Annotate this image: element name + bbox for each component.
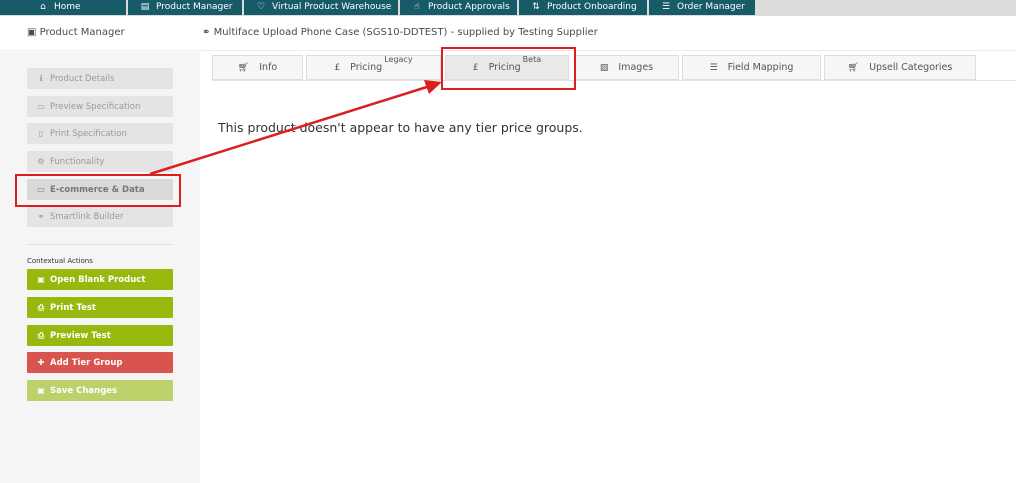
cart-icon: 🛒︎ <box>847 62 860 73</box>
preview-test-button[interactable]: ⎙ Preview Test <box>27 325 173 346</box>
tab-info[interactable]: 🛒︎ Info <box>212 55 303 80</box>
tab-pricing-legacy[interactable]: £ Pricing Legacy <box>306 55 441 80</box>
nav-virtual-product-warehouse[interactable]: ♡ Virtual Product Warehouse <box>244 0 398 15</box>
save-icon: ▣ <box>37 386 45 395</box>
section-title: ▣ Product Manager <box>27 27 125 38</box>
annotation-box-tab <box>441 47 576 90</box>
document-icon: ▤ <box>140 2 150 12</box>
empty-tier-message: This product doesn't appear to have any … <box>218 120 583 135</box>
product-title-text: Multiface Upload Phone Case (SGS10-DDTES… <box>213 27 598 38</box>
sidebar-item-label: Print Specification <box>50 129 127 139</box>
transfer-icon: ⇅ <box>532 2 540 12</box>
list-icon: ☰ <box>661 2 671 12</box>
sidebar-item-print-specification[interactable]: ▯ Print Specification <box>27 123 173 144</box>
nav-label: Product Onboarding <box>547 2 637 12</box>
arrow-head <box>424 80 442 94</box>
sidebar-item-label: Functionality <box>50 157 105 167</box>
cogs-icon: ⚙ <box>37 157 45 166</box>
sidebar-item-product-details[interactable]: ℹ Product Details <box>27 68 173 89</box>
nav-label: Home <box>54 2 81 12</box>
tab-superscript: Legacy <box>384 55 413 64</box>
link-icon: ⚭ <box>37 212 45 221</box>
open-blank-product-button[interactable]: ▣ Open Blank Product <box>27 269 173 290</box>
nav-label: Virtual Product Warehouse <box>272 2 392 12</box>
cart-icon: 🛒︎ <box>237 62 250 73</box>
sidebar-item-smartlink-builder[interactable]: ⚭ Smartlink Builder <box>27 206 173 227</box>
top-nav-bar: ⌂ Home ▤ Product Manager ♡ Virtual Produ… <box>0 0 1016 16</box>
print-test-button[interactable]: ⎙ Print Test <box>27 297 173 318</box>
button-label: Print Test <box>50 303 96 313</box>
tab-label: Images <box>618 62 654 73</box>
button-label: Preview Test <box>50 331 111 341</box>
tab-divider <box>212 80 1016 81</box>
home-icon: ⌂ <box>40 2 46 12</box>
tab-label: Field Mapping <box>727 62 794 73</box>
sidebar-divider <box>27 244 173 245</box>
nav-home[interactable]: ⌂ Home <box>0 0 126 15</box>
save-changes-button[interactable]: ▣ Save Changes <box>27 380 173 401</box>
tab-upsell-categories[interactable]: 🛒︎ Upsell Categories <box>824 55 976 80</box>
button-label: Save Changes <box>50 386 118 396</box>
button-label: Add Tier Group <box>50 358 123 368</box>
sidebar-item-label: Smartlink Builder <box>50 212 124 222</box>
plus-icon: ✚ <box>37 358 45 367</box>
section-title-text: Product Manager <box>39 27 125 38</box>
nav-label: Product Manager <box>156 2 233 12</box>
tab-label: Info <box>259 62 278 73</box>
tab-field-mapping[interactable]: ☰ Field Mapping <box>682 55 821 80</box>
tab-images[interactable]: ▨ Images <box>574 55 679 80</box>
tab-label: Pricing <box>350 62 383 73</box>
print-icon: ⎙ <box>37 331 45 340</box>
heart-icon: ♡ <box>256 2 266 12</box>
sidebar-item-label: Product Details <box>50 74 115 84</box>
nav-label: Order Manager <box>677 2 745 12</box>
button-label: Open Blank Product <box>50 275 146 285</box>
file-icon: ▯ <box>38 129 44 138</box>
nav-label: Product Approvals <box>428 2 510 12</box>
document-icon: ▣ <box>27 27 37 38</box>
page-root: ⌂ Home ▤ Product Manager ♡ Virtual Produ… <box>0 0 1016 483</box>
square-icon: ▣ <box>37 275 45 284</box>
image-icon: ▨ <box>599 62 609 73</box>
nav-product-approvals[interactable]: ☝ Product Approvals <box>400 0 517 15</box>
sidebar-item-preview-specification[interactable]: ▭ Preview Specification <box>27 96 173 117</box>
thumbs-up-icon: ☝ <box>414 2 420 12</box>
sidebar-item-functionality[interactable]: ⚙ Functionality <box>27 151 173 172</box>
sidebar-item-label: Preview Specification <box>50 102 141 112</box>
pound-icon: £ <box>334 62 341 73</box>
print-icon: ⎙ <box>37 303 45 312</box>
list-icon: ☰ <box>709 62 718 73</box>
monitor-icon: ▭ <box>37 102 45 111</box>
contextual-actions-label: Contextual Actions <box>27 257 93 265</box>
nav-order-manager[interactable]: ☰ Order Manager <box>649 0 755 15</box>
nav-product-onboarding[interactable]: ⇅ Product Onboarding <box>519 0 647 15</box>
add-tier-group-button[interactable]: ✚ Add Tier Group <box>27 352 173 373</box>
product-title: ⚭ Multiface Upload Phone Case (SGS10-DDT… <box>202 27 598 38</box>
link-icon: ⚭ <box>202 27 211 38</box>
info-icon: ℹ <box>39 74 43 83</box>
nav-product-manager[interactable]: ▤ Product Manager <box>128 0 242 15</box>
annotation-box-sidebar <box>15 174 181 207</box>
tab-label: Upsell Categories <box>869 62 953 73</box>
